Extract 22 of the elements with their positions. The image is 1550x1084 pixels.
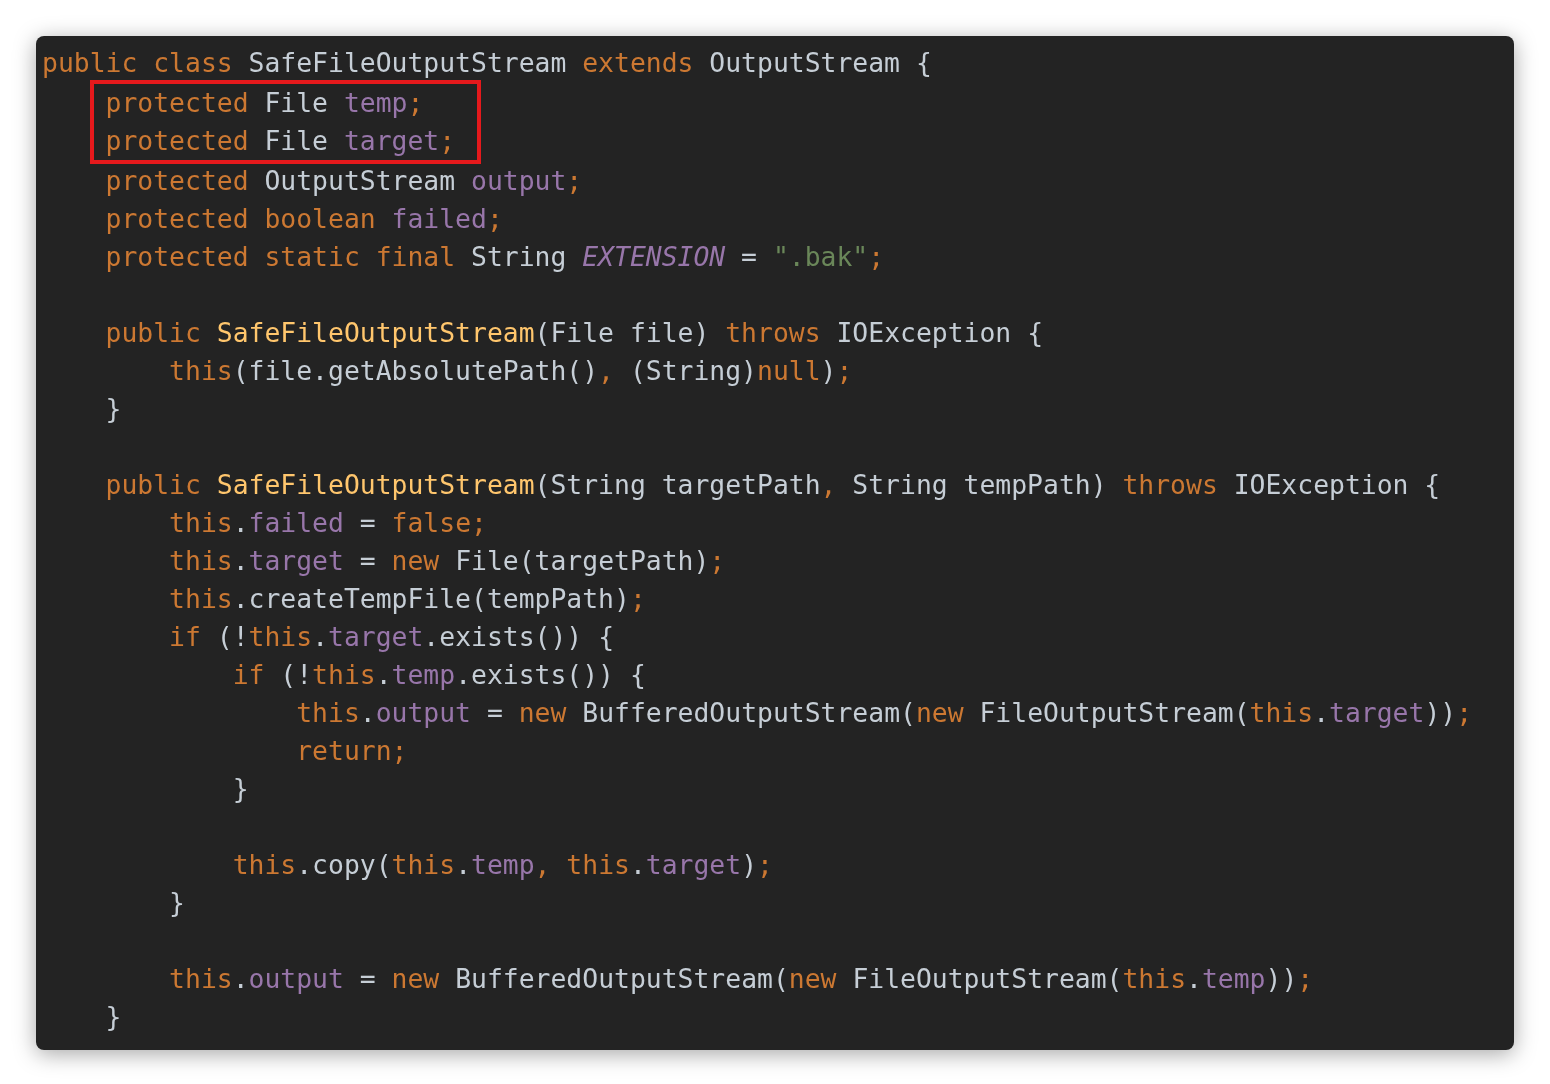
code-line: }	[231, 772, 249, 806]
code-line: public SafeFileOutputStream(File file) throws IOException {	[104, 316, 1044, 350]
code-line: this.output = new BufferedOutputStream(new FileOutputStream(this.target));	[295, 696, 1473, 730]
code-line: public class SafeFileOutputStream extends OutputStream {	[42, 46, 932, 80]
code-line: this.createTempFile(tempPath);	[168, 582, 646, 616]
code-line: protected boolean failed;	[104, 202, 503, 236]
code-line: this.failed = false;	[168, 506, 487, 540]
code-line: if (!this.target.exists()) {	[168, 620, 615, 654]
code-line: protected OutputStream output;	[104, 164, 583, 198]
code-line: this(file.getAbsolutePath(), (String)null);	[168, 354, 853, 388]
code-line: if (!this.temp.exists()) {	[231, 658, 646, 692]
code-line: return;	[295, 734, 408, 768]
code-line: }	[104, 1000, 122, 1034]
code-line: protected File target;	[105, 124, 456, 158]
code-line: this.copy(this.temp, this.target);	[231, 848, 773, 882]
code-line: this.target = new File(targetPath);	[168, 544, 726, 578]
code-line: this.output = new BufferedOutputStream(new FileOutputStream(this.temp));	[168, 962, 1314, 996]
code-line: protected File temp;	[105, 86, 424, 120]
code-line: }	[104, 392, 122, 426]
code-line: public SafeFileOutputStream(String targetPath, String tempPath) throws IOException {	[104, 468, 1441, 502]
code-line: protected static final String EXTENSION = ".bak";	[104, 240, 885, 274]
code-line: }	[168, 886, 185, 920]
